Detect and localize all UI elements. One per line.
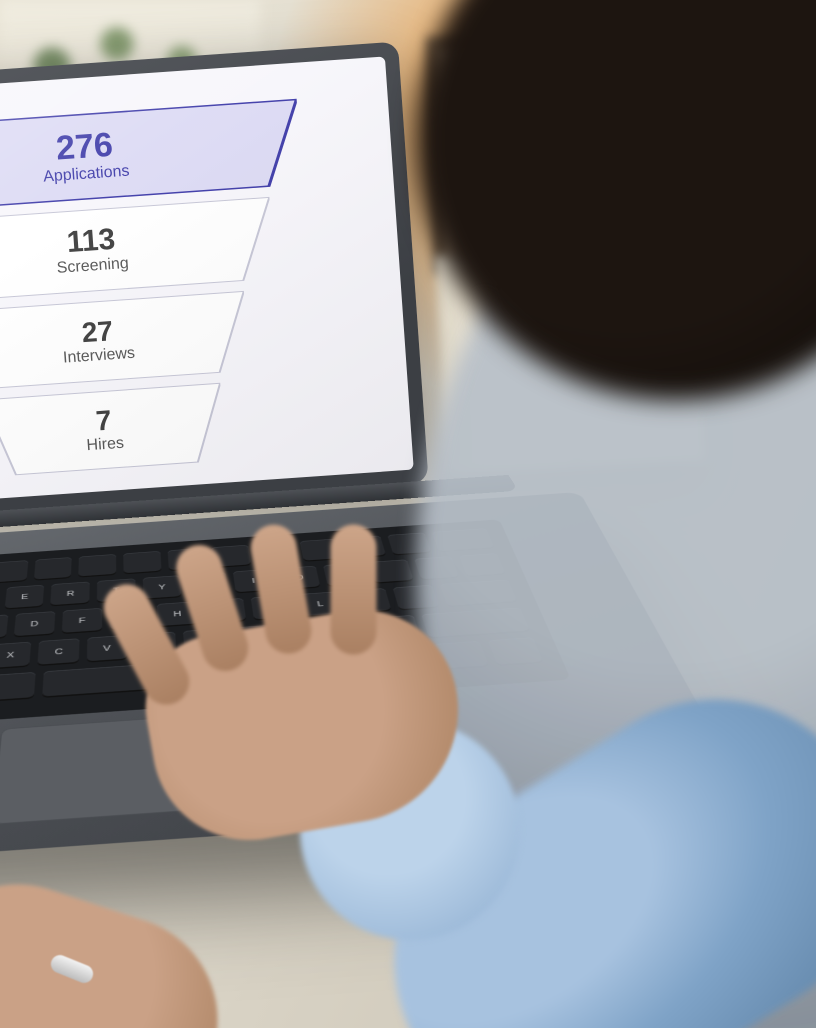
- funnel-stage-value: 27: [81, 316, 114, 347]
- laptop-screen: 276 Applications 113 Screening: [0, 57, 414, 513]
- funnel-stage-value: 7: [95, 406, 113, 436]
- funnel-stage-label: Applications: [43, 162, 130, 186]
- funnel-stage-label: Interviews: [62, 344, 135, 367]
- hiring-funnel-chart: 276 Applications 113 Screening: [0, 99, 321, 484]
- funnel-stage-value: 113: [66, 224, 116, 259]
- funnel-stage-label: Screening: [56, 255, 129, 278]
- funnel-stage-hires[interactable]: 7 Hires: [0, 383, 226, 477]
- photo-scene: 276 Applications 113 Screening: [0, 0, 816, 1028]
- funnel-stage-interviews[interactable]: 27 Interviews: [0, 291, 249, 392]
- laptop-lid: 276 Applications 113 Screening: [0, 42, 429, 528]
- funnel-stage-value: 276: [55, 128, 114, 168]
- funnel-stage-screening[interactable]: 113 Screening: [0, 197, 275, 304]
- funnel-stage-label: Hires: [86, 434, 125, 455]
